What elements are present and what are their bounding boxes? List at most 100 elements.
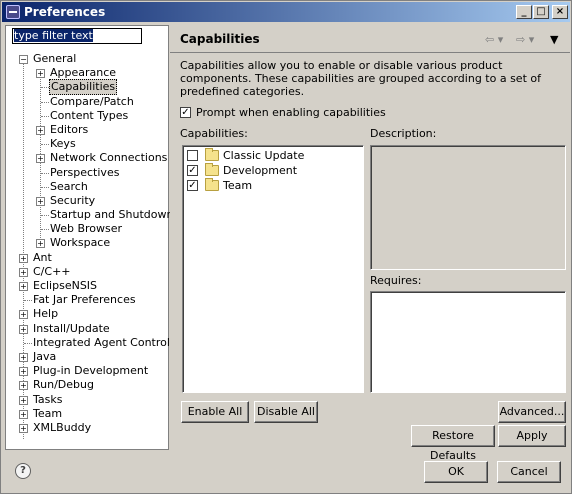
prompt-label: Prompt when enabling capabilities [196,106,386,119]
tree-item-label: Integrated Agent Controller [33,335,185,349]
expand-icon[interactable]: + [19,395,28,405]
capability-checkbox[interactable] [187,150,198,161]
tree-item-general[interactable]: − General [6,52,168,66]
capabilities-label: Capabilities: [180,127,248,140]
tree-item-cpp[interactable]: + C/C++ [6,265,168,279]
tree-item-label: Tasks [33,392,63,406]
tree-item-xmlbuddy[interactable]: + XMLBuddy [6,421,168,435]
expand-icon[interactable]: + [19,367,28,377]
filter-input[interactable]: type filter text [12,28,142,44]
folder-icon [205,163,219,176]
tree-item-editors[interactable]: + Editors [6,123,168,137]
tree-item-startup-shutdown[interactable]: Startup and Shutdown [6,208,173,222]
view-menu-icon[interactable]: ▼ [550,33,558,46]
tree-item-eclipsensis[interactable]: + EclipseNSIS [6,279,168,293]
expand-icon[interactable]: + [19,253,28,263]
page-title: Capabilities [180,32,260,46]
tree-item-content-types[interactable]: Content Types [6,109,168,123]
tree-item-appearance[interactable]: + Appearance [6,66,168,80]
description-label: Description: [370,127,437,140]
tree-item-tasks[interactable]: + Tasks [6,393,168,407]
expand-icon[interactable]: + [36,239,45,249]
tree-item-label: Capabilities [49,79,118,96]
window-title: Preferences [24,5,106,19]
tree-item-web-browser[interactable]: Web Browser [6,222,168,236]
tree-item-label: Security [50,193,96,207]
preferences-tree: − General + Appearance Capabilities Comp… [6,52,184,439]
tree-item-keys[interactable]: Keys [6,137,168,151]
tree-item-label: Keys [50,137,76,151]
tree-connector [24,342,32,344]
ok-button[interactable]: OK [424,461,488,483]
tree-item-java[interactable]: + Java [6,350,168,364]
capability-label: Classic Update [223,149,305,162]
expand-icon[interactable]: + [36,196,45,206]
tree-item-plugin-development[interactable]: + Plug-in Development [6,364,168,378]
tree-item-label: Run/Debug [33,378,94,392]
tree-connector [41,215,49,217]
tree-item-fat-jar[interactable]: Fat Jar Preferences [6,293,168,307]
tree-item-network-connections[interactable]: + Network Connections [6,151,168,165]
tree-item-label: Install/Update [33,321,110,335]
expand-icon[interactable]: + [19,282,28,291]
tree-item-label: Editors [50,122,89,136]
expand-icon[interactable]: + [36,69,45,79]
tree-item-label: Web Browser [50,222,123,236]
expand-icon[interactable]: + [19,267,28,277]
expand-icon[interactable]: + [19,381,28,391]
tree-item-security[interactable]: + Security [6,194,168,208]
tree-connector [41,229,49,231]
tree-connector [41,186,49,188]
tree-item-label: Help [33,307,59,321]
apply-button[interactable]: Apply [498,425,566,447]
expand-icon[interactable]: + [19,324,28,334]
disable-all-button[interactable]: Disable All [254,401,318,423]
expand-icon[interactable]: + [36,125,45,135]
tree-item-label: Startup and Shutdown [50,208,174,222]
tree-item-compare-patch[interactable]: Compare/Patch [6,95,168,109]
tree-item-run-debug[interactable]: + Run/Debug [6,378,168,392]
advanced-button[interactable]: Advanced... [498,401,566,423]
tree-item-team[interactable]: + Team [6,407,168,421]
capability-label: Development [223,164,298,177]
prompt-checkbox[interactable]: ✓ [180,107,191,118]
enable-all-button[interactable]: Enable All [181,401,249,423]
tree-item-install-update[interactable]: + Install/Update [6,322,168,336]
tree-item-label: Workspace [50,236,111,250]
help-icon[interactable]: ? [15,463,31,479]
tree-item-label: Ant [33,250,52,264]
title-bar[interactable]: Preferences _ □ × [2,2,570,22]
maximize-button[interactable]: □ [533,5,549,19]
tree-item-ant[interactable]: + Ant [6,251,168,265]
tree-item-perspectives[interactable]: Perspectives [6,166,168,180]
tree-item-label: Java [33,349,57,363]
forward-arrow-icon[interactable]: ⇨ ▾ [516,33,534,46]
tree-connector [41,144,49,146]
expand-icon[interactable]: + [19,409,28,419]
tree-item-integrated-agent-controller[interactable]: Integrated Agent Controller [6,336,184,350]
tree-item-help[interactable]: + Help [6,307,168,321]
restore-defaults-button[interactable]: Restore Defaults [411,425,495,462]
tree-item-capabilities[interactable]: Capabilities [6,79,168,96]
tree-item-label: Appearance [50,66,117,80]
tree-item-label: EclipseNSIS [33,279,98,292]
cancel-button[interactable]: Cancel [497,461,561,483]
capabilities-list: Classic Update ✓ Development ✓ Team [182,145,364,393]
requires-label: Requires: [370,274,422,287]
tree-item-workspace[interactable]: + Workspace [6,236,168,250]
expand-icon[interactable]: + [19,423,28,433]
capability-checkbox[interactable]: ✓ [187,165,198,176]
tree-connector [41,172,49,174]
capability-checkbox[interactable]: ✓ [187,180,198,191]
expand-icon[interactable]: + [19,352,28,362]
expand-icon[interactable]: + [19,310,28,320]
minimize-button[interactable]: _ [516,5,532,19]
back-arrow-icon[interactable]: ⇦ ▾ [485,33,503,46]
close-button[interactable]: × [552,5,568,19]
collapse-icon[interactable]: − [19,55,28,64]
folder-icon [205,148,219,161]
expand-icon[interactable]: + [36,154,45,164]
tree-item-search[interactable]: Search [6,180,168,194]
folder-icon [205,178,219,191]
app-icon [6,5,20,19]
